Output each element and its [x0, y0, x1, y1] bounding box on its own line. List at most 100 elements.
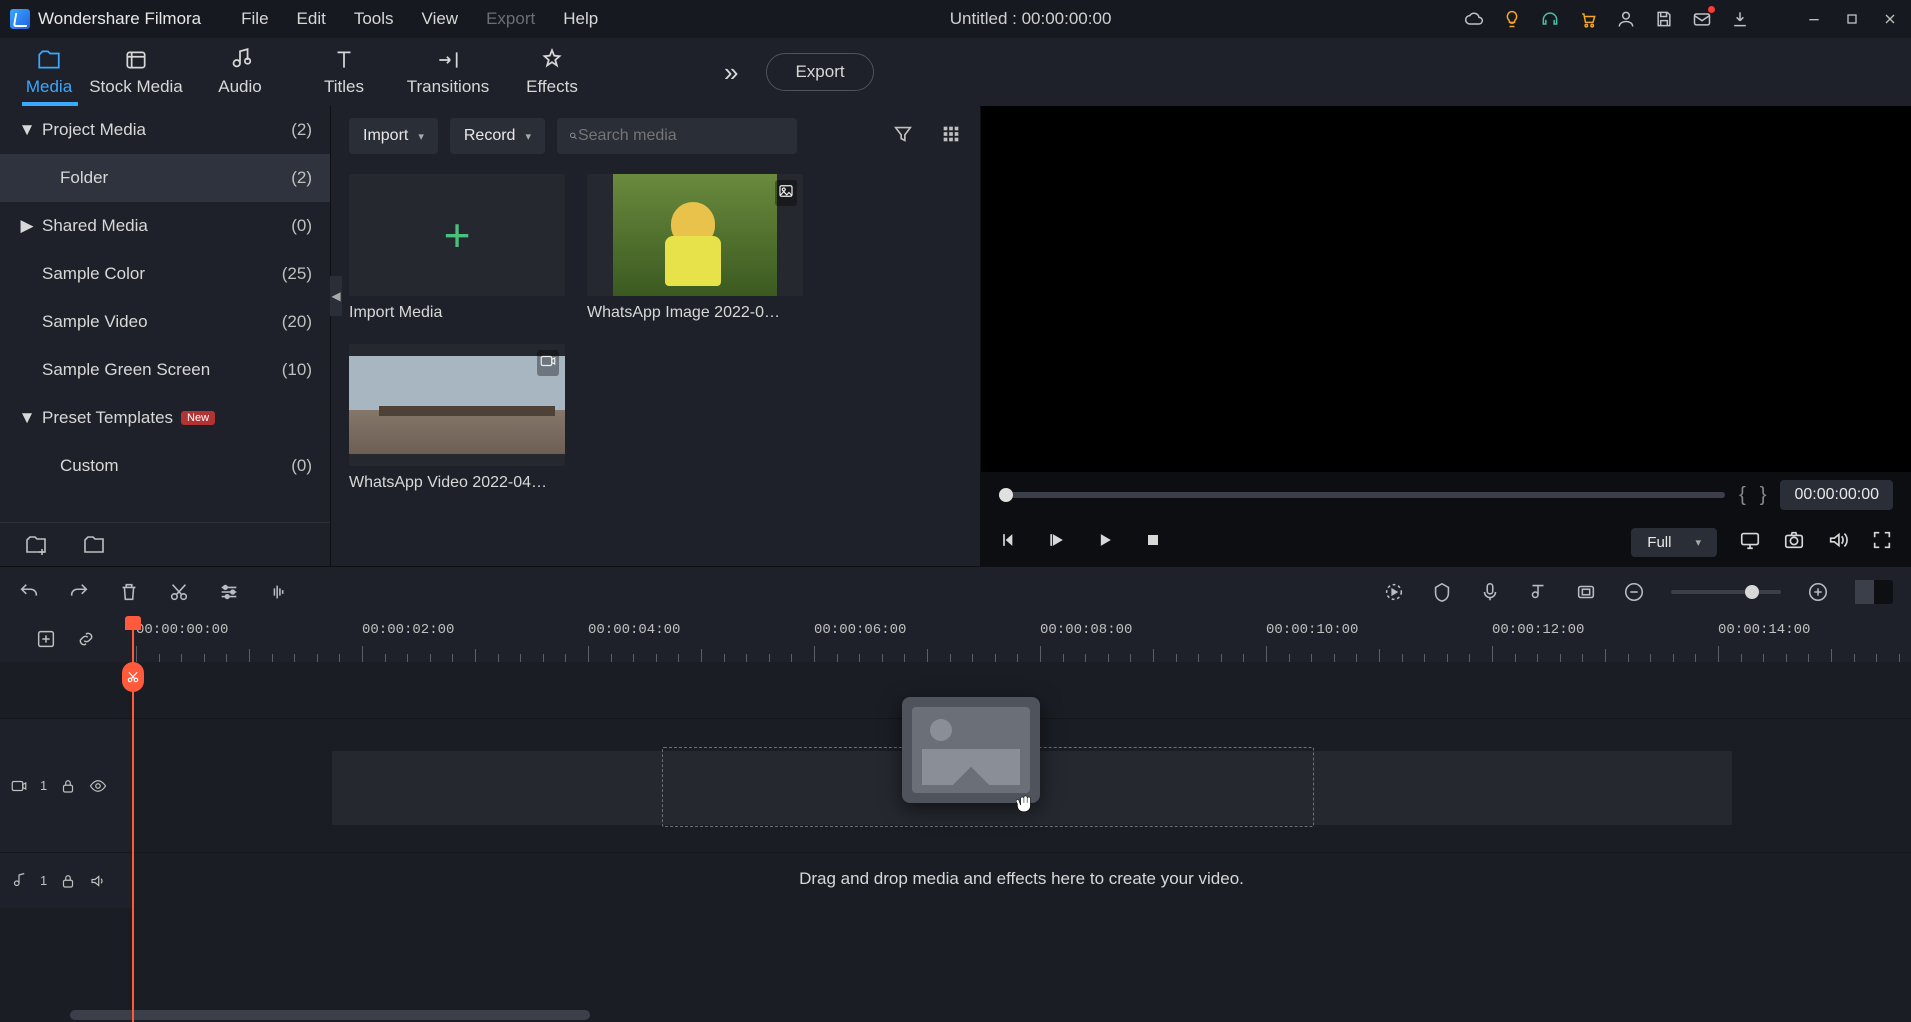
record-dropdown[interactable]: Record▾	[450, 118, 545, 154]
lock-icon[interactable]	[59, 872, 77, 890]
zoom-out-icon[interactable]	[1623, 581, 1645, 603]
tree-count: (20)	[282, 312, 312, 332]
lightbulb-icon[interactable]	[1501, 8, 1523, 30]
undo-icon[interactable]	[18, 581, 40, 603]
eye-icon[interactable]	[89, 777, 107, 795]
tree-folder[interactable]: Folder (2)	[0, 154, 330, 202]
audio-waveform-icon[interactable]	[268, 581, 290, 603]
cut-icon[interactable]	[168, 581, 190, 603]
crop-icon[interactable]	[1575, 581, 1597, 603]
link-icon[interactable]	[75, 628, 97, 650]
thumbnail-image	[349, 356, 565, 454]
cloud-icon[interactable]	[1463, 8, 1485, 30]
timeline-scroll-toggle[interactable]	[1855, 580, 1893, 604]
tree-label: Folder	[60, 168, 108, 188]
plus-icon: +	[444, 208, 471, 262]
folder-icon[interactable]	[82, 533, 106, 557]
tab-titles[interactable]: Titles	[292, 47, 396, 97]
tree-preset-templates[interactable]: ▼ Preset Templates New	[0, 394, 330, 442]
tree-sample-color[interactable]: Sample Color (25)	[0, 250, 330, 298]
audio-track-body[interactable]	[132, 853, 1911, 908]
menu-edit[interactable]: Edit	[297, 9, 326, 29]
delete-icon[interactable]	[118, 581, 140, 603]
window-minimize-icon[interactable]	[1803, 8, 1825, 30]
menu-file[interactable]: File	[241, 9, 268, 29]
drag-preview-icon	[902, 697, 1040, 803]
step-back-button[interactable]	[999, 530, 1019, 554]
play-pause-button[interactable]	[1047, 530, 1067, 554]
mark-out-button[interactable]: }	[1760, 484, 1767, 507]
marker-icon[interactable]	[1431, 581, 1453, 603]
tree-count: (2)	[291, 120, 312, 140]
voiceover-icon[interactable]	[1479, 581, 1501, 603]
render-icon[interactable]	[1383, 581, 1405, 603]
import-media-tile[interactable]: + Import Media	[349, 174, 565, 322]
tree-sample-video[interactable]: Sample Video (20)	[0, 298, 330, 346]
redo-icon[interactable]	[68, 581, 90, 603]
window-close-icon[interactable]	[1879, 8, 1901, 30]
media-thumb-video[interactable]: WhatsApp Video 2022-04…	[349, 344, 565, 492]
import-dropdown[interactable]: Import▾	[349, 118, 438, 154]
preview-quality-select[interactable]: Full ▾	[1631, 528, 1717, 557]
ruler-tick: 00:00:14:00	[1718, 622, 1810, 638]
tree-count: (25)	[282, 264, 312, 284]
preview-canvas[interactable]	[981, 106, 1911, 472]
grid-view-icon[interactable]	[940, 123, 962, 149]
display-icon[interactable]	[1739, 529, 1761, 555]
tree-project-media[interactable]: ▼ Project Media (2)	[0, 106, 330, 154]
user-icon[interactable]	[1615, 8, 1637, 30]
settings-sliders-icon[interactable]	[218, 581, 240, 603]
timeline-ruler[interactable]: 00:00:00:0000:00:02:0000:00:04:0000:00:0…	[132, 616, 1911, 662]
download-icon[interactable]	[1729, 8, 1751, 30]
filter-icon[interactable]	[892, 123, 914, 149]
tree-shared-media[interactable]: ▶ Shared Media (0)	[0, 202, 330, 250]
zoom-in-icon[interactable]	[1807, 581, 1829, 603]
media-thumb-image[interactable]: WhatsApp Image 2022-0…	[587, 174, 803, 322]
speaker-icon[interactable]	[89, 872, 107, 890]
save-icon[interactable]	[1653, 8, 1675, 30]
add-track-icon[interactable]	[35, 628, 57, 650]
zoom-slider[interactable]	[1671, 590, 1781, 594]
ruler-tick: 00:00:06:00	[814, 622, 906, 638]
snapshot-icon[interactable]	[1783, 529, 1805, 555]
tree-count: (2)	[291, 168, 312, 188]
stop-button[interactable]	[1143, 530, 1163, 554]
chevron-down-icon: ▾	[1695, 536, 1701, 549]
tree-sample-green[interactable]: Sample Green Screen (10)	[0, 346, 330, 394]
add-folder-icon[interactable]	[24, 533, 48, 557]
cart-icon[interactable]	[1577, 8, 1599, 30]
tab-transitions[interactable]: Transitions	[396, 47, 500, 97]
headset-icon[interactable]	[1539, 8, 1561, 30]
audio-track-icon	[10, 872, 28, 890]
menu-help[interactable]: Help	[563, 9, 598, 29]
fullscreen-icon[interactable]	[1871, 529, 1893, 555]
collapse-sidebar-icon[interactable]: ◀	[330, 276, 342, 316]
menu-view[interactable]: View	[422, 9, 459, 29]
menu-tools[interactable]: Tools	[354, 9, 394, 29]
tree-footer	[0, 522, 330, 566]
window-maximize-icon[interactable]	[1841, 8, 1863, 30]
timeline-scrollbar[interactable]	[70, 1010, 590, 1020]
playhead[interactable]	[132, 616, 134, 1022]
mail-icon[interactable]	[1691, 8, 1713, 30]
scrub-slider[interactable]	[999, 492, 1725, 498]
title-bar-right	[1463, 8, 1901, 30]
split-icon[interactable]	[122, 662, 144, 692]
video-track-body[interactable]: Drag and drop media and effects here to …	[132, 719, 1911, 852]
preview-timecode[interactable]: 00:00:00:00	[1780, 480, 1893, 510]
play-button[interactable]	[1095, 530, 1115, 554]
menu-export: Export	[486, 9, 535, 29]
tab-audio[interactable]: Audio	[188, 47, 292, 97]
ribbon-more-icon[interactable]: »	[724, 57, 738, 88]
audio-mixer-icon[interactable]	[1527, 581, 1549, 603]
tree-custom[interactable]: Custom (0)	[0, 442, 330, 490]
export-button[interactable]: Export	[766, 53, 873, 91]
tab-effects[interactable]: Effects	[500, 47, 604, 97]
tab-stock-media[interactable]: Stock Media	[84, 47, 188, 97]
volume-icon[interactable]	[1827, 529, 1849, 555]
lock-icon[interactable]	[59, 777, 77, 795]
search-media-box[interactable]	[557, 118, 797, 154]
tab-media[interactable]: Media	[14, 47, 84, 97]
search-media-input[interactable]	[578, 127, 785, 145]
mark-in-button[interactable]: {	[1739, 484, 1746, 507]
